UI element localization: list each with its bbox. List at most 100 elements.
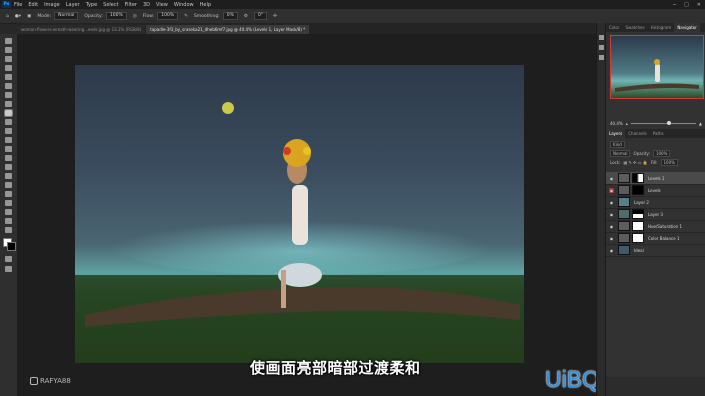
layer-mask-thumbnail[interactable]: [632, 221, 644, 231]
tab-navigator[interactable]: Navigator: [674, 23, 700, 32]
layer-fill-field[interactable]: 100%: [660, 159, 678, 166]
shape-tool-icon[interactable]: [5, 200, 12, 206]
menu-image[interactable]: Image: [41, 2, 63, 8]
frame-tool-icon[interactable]: [5, 83, 12, 89]
pen-tool-icon[interactable]: [5, 173, 12, 179]
lock-icons[interactable]: ▦ ✎ ✣ ▭ 🔒: [623, 160, 647, 165]
layer-thumbnail: [618, 197, 630, 207]
symmetry-icon[interactable]: ✣: [273, 14, 277, 19]
brush-settings-icon[interactable]: ▣: [27, 14, 31, 19]
tab-layers[interactable]: Layers: [606, 129, 626, 138]
adjustment-thumbnail: [618, 185, 630, 195]
doc-tab-1[interactable]: woman-flowers-wreath-wearing...eeds.jpg …: [17, 25, 146, 34]
eye-icon[interactable]: ◉: [609, 212, 614, 217]
moon-shape: [222, 102, 234, 114]
brush-preset-picker[interactable]: ●▾: [15, 14, 21, 19]
menu-view[interactable]: View: [153, 2, 171, 8]
doc-tab-2[interactable]: tapadle-3f3_by_sraseka21_dheb6mf7.jpg @ …: [146, 25, 310, 34]
marquee-tool-icon[interactable]: [5, 47, 12, 53]
pressure-opacity-icon[interactable]: ◎: [133, 14, 137, 19]
quick-select-tool-icon[interactable]: [5, 65, 12, 71]
zoom-tool-icon[interactable]: [5, 218, 12, 224]
tools-panel: [0, 34, 17, 396]
quick-mask-icon[interactable]: [5, 256, 12, 262]
mode-select[interactable]: Normal: [54, 12, 79, 20]
blur-tool-icon[interactable]: [5, 155, 12, 161]
dodge-tool-icon[interactable]: [5, 164, 12, 170]
type-tool-icon[interactable]: [5, 182, 12, 188]
canvas-area[interactable]: [17, 34, 596, 396]
menu-help[interactable]: Help: [197, 2, 214, 8]
home-icon[interactable]: ⌂: [6, 14, 9, 19]
layer-mask-thumbnail[interactable]: [632, 173, 644, 183]
layer-mask-thumbnail[interactable]: [632, 233, 644, 243]
layer-mask-thumbnail[interactable]: [632, 209, 644, 219]
layer-kind-filter[interactable]: Kind: [610, 141, 625, 148]
adjustment-thumbnail: [618, 221, 630, 231]
background-color-swatch[interactable]: [7, 242, 16, 251]
layer-name: Color Balance 1: [648, 235, 680, 241]
tab-histogram[interactable]: Histogram: [648, 23, 675, 32]
airbrush-icon[interactable]: ✎: [184, 14, 188, 19]
gear-icon[interactable]: ⚙: [244, 14, 248, 19]
eye-icon[interactable]: ◉: [609, 236, 614, 241]
layer-blend-mode-select[interactable]: Normal: [610, 150, 631, 157]
menu-type[interactable]: Type: [83, 2, 100, 8]
zoom-value[interactable]: 40.4%: [610, 121, 623, 126]
history-panel-icon[interactable]: [599, 35, 604, 40]
eyedropper-tool-icon[interactable]: [5, 92, 12, 98]
menu-3d[interactable]: 3D: [140, 2, 153, 8]
navigator-thumbnail[interactable]: [610, 35, 704, 99]
zoom-in-icon[interactable]: ▲: [699, 121, 702, 126]
menu-edit[interactable]: Edit: [25, 2, 41, 8]
flow-field[interactable]: 100%: [157, 12, 179, 20]
menu-window[interactable]: Window: [171, 2, 197, 8]
layer-row-ideal[interactable]: ◉ Ideal: [606, 244, 705, 257]
lasso-tool-icon[interactable]: [5, 56, 12, 62]
more-tools-icon[interactable]: [5, 227, 12, 233]
brush-panel-icon[interactable]: [599, 55, 604, 60]
clone-stamp-tool-icon[interactable]: [5, 119, 12, 125]
history-brush-tool-icon[interactable]: [5, 128, 12, 134]
layer-thumbnail: [618, 209, 630, 219]
path-select-tool-icon[interactable]: [5, 191, 12, 197]
maximize-icon[interactable]: □: [684, 2, 689, 8]
eye-icon[interactable]: ◉: [609, 200, 614, 205]
options-bar: ⌂ ●▾ ▣ Mode: Normal Opacity: 100% ◎ Flow: 1…: [0, 9, 705, 24]
opacity-field[interactable]: 100%: [105, 12, 127, 20]
smoothing-field[interactable]: 0%: [222, 12, 238, 20]
zoom-slider[interactable]: [630, 120, 696, 125]
eye-icon[interactable]: ◉: [609, 224, 614, 229]
zoom-out-icon[interactable]: ▴: [626, 121, 628, 126]
menu-layer[interactable]: Layer: [63, 2, 83, 8]
menu-filter[interactable]: Filter: [122, 2, 140, 8]
healing-tool-icon[interactable]: [5, 101, 12, 107]
subtitle-caption: 使画面亮部暗部过渡柔和: [250, 359, 421, 377]
eraser-tool-icon[interactable]: [5, 137, 12, 143]
tab-color[interactable]: Color: [606, 23, 622, 32]
menu-file[interactable]: File: [11, 2, 25, 8]
screen-mode-icon[interactable]: [5, 266, 12, 272]
eye-icon[interactable]: ◉: [609, 187, 614, 193]
tab-swatches[interactable]: Swatches: [622, 23, 647, 32]
layer-opacity-field[interactable]: 100%: [652, 150, 671, 157]
move-tool-icon[interactable]: [5, 38, 12, 44]
layer-lock-label: Lock:: [610, 160, 621, 165]
minimize-icon[interactable]: ─: [673, 2, 676, 8]
properties-panel-icon[interactable]: [599, 45, 604, 50]
brush-tool-icon[interactable]: [4, 109, 13, 117]
eye-icon[interactable]: ◉: [609, 248, 614, 253]
tab-paths[interactable]: Paths: [650, 129, 667, 138]
tab-channels[interactable]: Channels: [625, 129, 650, 138]
angle-field[interactable]: 0°: [253, 12, 268, 20]
layer-mask-thumbnail[interactable]: [632, 185, 644, 195]
document-image[interactable]: [75, 65, 524, 363]
gradient-tool-icon[interactable]: [5, 146, 12, 152]
hand-tool-icon[interactable]: [5, 209, 12, 215]
opacity-label: Opacity:: [84, 13, 103, 19]
crop-tool-icon[interactable]: [5, 74, 12, 80]
close-icon[interactable]: ✕: [697, 2, 701, 8]
eye-icon[interactable]: ◉: [609, 176, 614, 181]
layer-blend-row: Normal Opacity: 100%: [610, 150, 671, 157]
menu-select[interactable]: Select: [100, 2, 121, 8]
